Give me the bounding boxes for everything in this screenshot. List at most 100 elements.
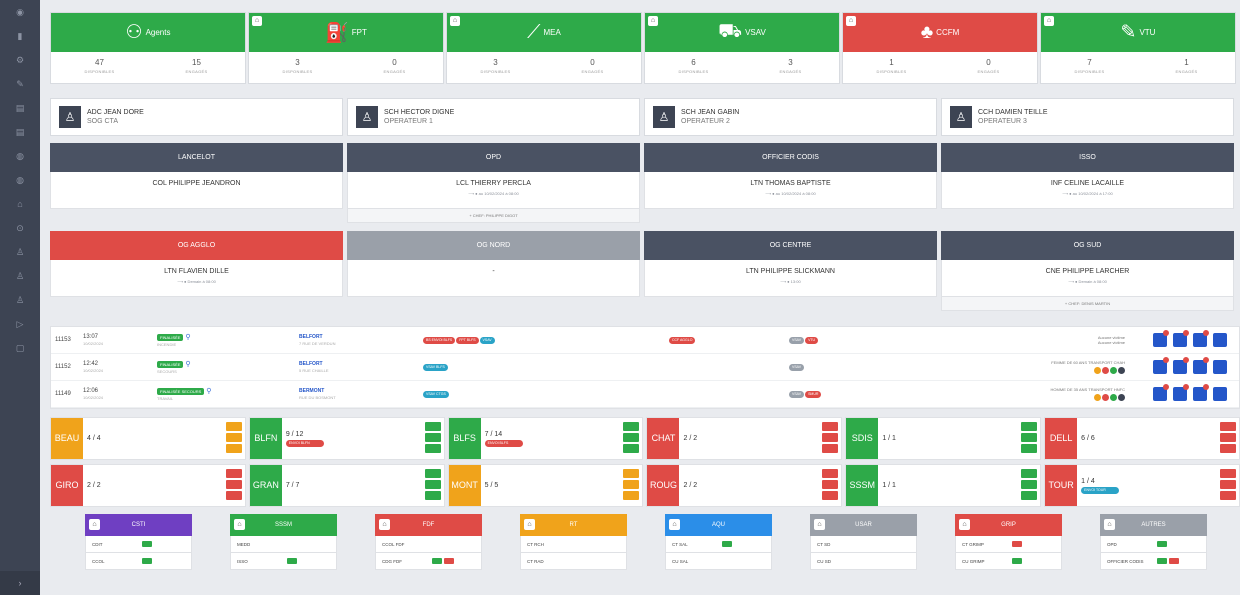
location-icon[interactable]: ⊙ <box>0 216 40 240</box>
home-icon[interactable]: ⌂ <box>450 16 460 26</box>
home-icon[interactable]: ⌂ <box>89 519 100 530</box>
speciality-row[interactable]: CT SAL <box>665 536 772 553</box>
centre-card-beau[interactable]: BEAU 4 / 4 <box>50 417 246 460</box>
centre-card-giro[interactable]: GIRO 2 / 2 <box>50 464 246 507</box>
centre-card-blfs[interactable]: BLFS 7 / 14 ENVOI BLFS <box>447 417 644 460</box>
action-button[interactable] <box>1153 330 1169 347</box>
centre-card-roug[interactable]: ROUG 2 / 2 <box>646 464 843 507</box>
resource-card-agents[interactable]: ⚇ Agents 47 DISPONIBLES 15 ENGAGÉS <box>50 12 246 84</box>
globe-icon-2[interactable]: ◍ <box>0 168 40 192</box>
vehicle-pill[interactable]: VSAV <box>789 336 805 344</box>
home-icon[interactable]: ⌂ <box>1044 16 1054 26</box>
speciality-row[interactable]: CT RAD <box>520 553 627 570</box>
speciality-row[interactable]: CT SD <box>810 536 917 553</box>
home-icon[interactable]: ⌂ <box>648 16 658 26</box>
panel-body[interactable]: CNE PHILIPPE LARCHER ⟶ ● Demain à 08:00 <box>941 260 1234 297</box>
home-icon[interactable]: ⌂ <box>379 519 390 530</box>
panel-body[interactable]: - <box>347 260 640 297</box>
resource-card-ccfm[interactable]: ⌂ ♣ CCFM 1 DISPONIBLES 0 ENGAGÉS <box>842 12 1038 84</box>
panel-body[interactable]: INF CELINE LACAILLE ⟶ ● au 10/02/2024 à 1… <box>941 172 1234 209</box>
intervention-city[interactable]: BERMONT <box>299 388 423 394</box>
user-group-icon[interactable]: ♙ <box>0 264 40 288</box>
vehicle-pill[interactable]: VTU <box>805 336 819 344</box>
centre-card-sssm[interactable]: SSSM 1 / 1 <box>845 464 1042 507</box>
speciality-row[interactable]: OFFICIER CODIS <box>1100 553 1207 570</box>
centre-card-tour[interactable]: TOUR 1 / 4 ENVOI TOUR <box>1044 464 1240 507</box>
speciality-row[interactable]: CU SAL <box>665 553 772 570</box>
centre-card-dell[interactable]: DELL 6 / 6 <box>1044 417 1240 460</box>
centre-tag[interactable]: ENVOI TOUR <box>1081 486 1120 494</box>
panel-body[interactable]: LCL THIERRY PERCLA ⟶ ● au 10/02/2024 à 08… <box>347 172 640 209</box>
user-icon-2[interactable]: ♙ <box>0 288 40 312</box>
speciality-row[interactable]: OPD <box>1100 536 1207 553</box>
action-button[interactable] <box>1173 357 1189 374</box>
action-button[interactable] <box>1153 384 1169 401</box>
vehicle-pill[interactable]: VSAV <box>479 336 495 344</box>
home-icon[interactable]: ⌂ <box>234 519 245 530</box>
edit-icon[interactable]: ✎ <box>0 72 40 96</box>
intervention-city[interactable]: BELFORT <box>299 334 423 340</box>
speciality-row[interactable]: CCOL <box>85 553 192 570</box>
chart-icon[interactable]: ▮ <box>0 24 40 48</box>
vehicle-pill[interactable]: VSAV BLFS <box>423 363 448 371</box>
vehicle-pill[interactable]: SMUR <box>805 390 822 398</box>
dashboard-icon[interactable]: ◉ <box>0 0 40 24</box>
search-icon[interactable]: ⚲ <box>183 361 190 368</box>
home-icon[interactable]: ⌂ <box>1104 519 1115 530</box>
intervention-city[interactable]: BELFORT <box>299 361 423 367</box>
speciality-row[interactable]: CU GRIMP <box>955 553 1062 570</box>
panel-footer[interactable]: + CHEF: DENIS MARTIN <box>941 297 1234 311</box>
map-icon[interactable]: ⌂ <box>0 192 40 216</box>
centre-tag[interactable]: ENVOI BLFS <box>484 439 523 447</box>
vehicle-pill[interactable]: CCF AGGLO <box>669 336 696 344</box>
home-icon[interactable]: ⌂ <box>252 16 262 26</box>
vehicle-pill[interactable]: VSAV CTGS <box>423 390 449 398</box>
search-icon[interactable]: ⚲ <box>183 334 190 341</box>
speciality-row[interactable]: MEDD <box>230 536 337 553</box>
search-button[interactable] <box>1213 387 1227 401</box>
document-icon[interactable]: ▢ <box>0 336 40 360</box>
centre-card-gran[interactable]: GRAN 7 / 7 <box>248 464 445 507</box>
search-button[interactable] <box>1213 333 1227 347</box>
home-icon[interactable]: ⌂ <box>846 16 856 26</box>
home-icon[interactable]: ⌂ <box>524 519 535 530</box>
centre-card-blfn[interactable]: BLFN 9 / 12 ENVOI BLFN <box>248 417 445 460</box>
resource-card-vtu[interactable]: ⌂ ✎ VTU 7 DISPONIBLES 1 ENGAGÉS <box>1040 12 1236 84</box>
home-icon[interactable]: ⌂ <box>669 519 680 530</box>
intervention-row[interactable]: 11153 13:07 10/02/2024 FINALISÉE ⚲ INCENDIE B… <box>51 327 1239 354</box>
centre-card-chat[interactable]: CHAT 2 / 2 <box>646 417 843 460</box>
sidebar-expand-button[interactable]: › <box>0 571 40 595</box>
action-button[interactable] <box>1173 384 1189 401</box>
speciality-row[interactable]: CT GRIMP <box>955 536 1062 553</box>
panel-body[interactable]: COL PHILIPPE JEANDRON <box>50 172 343 209</box>
search-icon[interactable]: ⚲ <box>204 388 211 395</box>
speciality-row[interactable]: CDIT <box>85 536 192 553</box>
panel-footer[interactable]: + CHEF: PHILIPPE DIGOT <box>347 209 640 223</box>
action-button[interactable] <box>1173 330 1189 347</box>
action-button[interactable] <box>1193 330 1209 347</box>
operator-card[interactable]: ♙ SCH HECTOR DIGNE OPERATEUR 1 <box>347 98 640 136</box>
vehicle-pill[interactable]: VSAV <box>789 363 805 371</box>
operator-card[interactable]: ♙ ADC JEAN DORE SOG CTA <box>50 98 343 136</box>
home-icon[interactable]: ⌂ <box>814 519 825 530</box>
centre-card-mont[interactable]: MONT 5 / 5 <box>447 464 644 507</box>
resource-card-fpt[interactable]: ⌂ ⛽ FPT 3 DISPONIBLES 0 ENGAGÉS <box>248 12 444 84</box>
home-icon[interactable]: ⌂ <box>959 519 970 530</box>
speciality-row[interactable]: ISSO <box>230 553 337 570</box>
speciality-row[interactable]: CDG FDF <box>375 553 482 570</box>
operator-card[interactable]: ♙ CCH DAMIEN TEILLE OPERATEUR 3 <box>941 98 1234 136</box>
vehicle-pill[interactable]: BS ENVOI BLFS <box>423 336 456 344</box>
speciality-row[interactable]: CU SD <box>810 553 917 570</box>
vehicle-pill[interactable]: VSAV <box>789 390 805 398</box>
panel-body[interactable]: LTN PHILIPPE SLICKMANN ⟶ ● 13:00 <box>644 260 937 297</box>
operator-card[interactable]: ♙ SCH JEAN GABIN OPERATEUR 2 <box>644 98 937 136</box>
list-icon-2[interactable]: ▤ <box>0 120 40 144</box>
list-icon[interactable]: ▤ <box>0 96 40 120</box>
resource-card-mea[interactable]: ⌂ ⟋ MEA 3 DISPONIBLES 0 ENGAGÉS <box>446 12 642 84</box>
centre-card-sdis[interactable]: SDIS 1 / 1 <box>845 417 1042 460</box>
globe-icon[interactable]: ◍ <box>0 144 40 168</box>
settings-icon[interactable]: ⚙ <box>0 48 40 72</box>
intervention-row[interactable]: 11149 12:06 10/02/2024 FINALISÉE SECOURS ⚲ T… <box>51 381 1239 408</box>
intervention-row[interactable]: 11152 12:42 10/02/2024 FINALISÉE ⚲ SECOURS BE… <box>51 354 1239 381</box>
centre-tag[interactable]: ENVOI BLFN <box>285 439 324 447</box>
